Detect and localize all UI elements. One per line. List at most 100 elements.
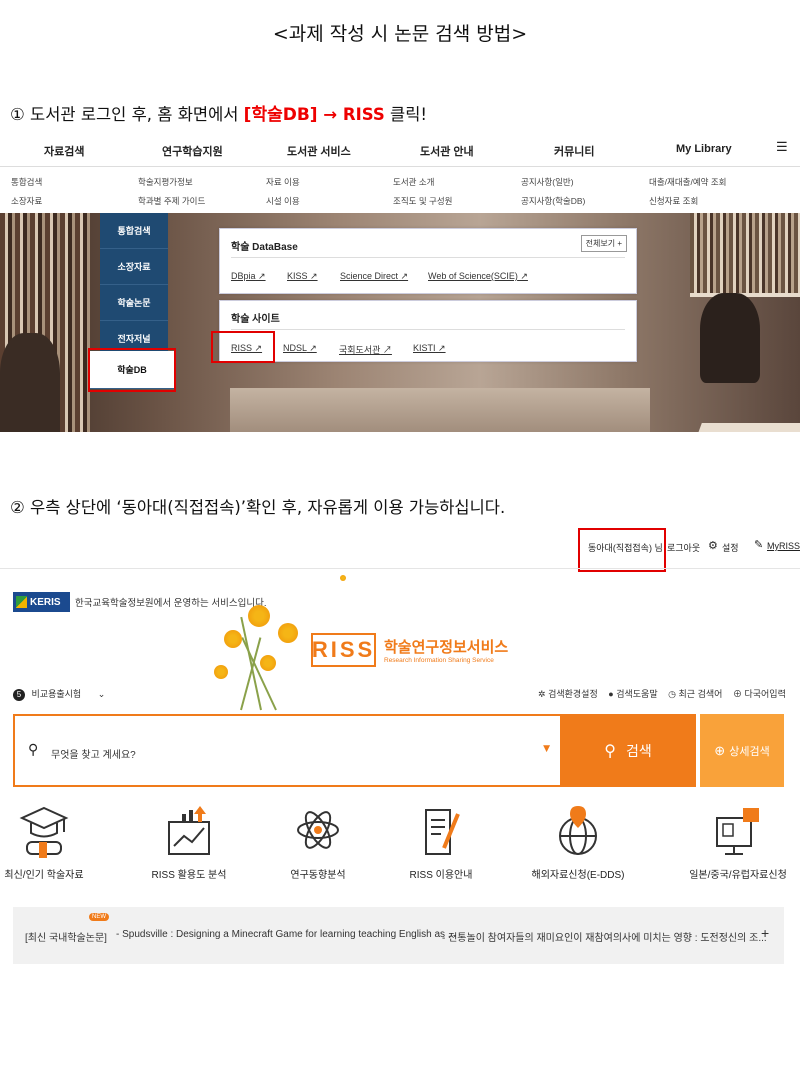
monitor-docs-icon bbox=[716, 808, 759, 855]
gear-icon: ✲ bbox=[538, 689, 546, 699]
sub-journal-eval[interactable]: 학술지평가정보 bbox=[138, 176, 193, 188]
sub-facility[interactable]: 시설 이용 bbox=[266, 195, 300, 207]
site-panel-title: 학술 사이트 bbox=[231, 314, 280, 325]
globe-icon: ⊕ bbox=[732, 689, 742, 699]
search-input[interactable]: 무엇을 찾고 계세요? bbox=[51, 746, 136, 761]
link-sciencedirect[interactable]: Science Direct ↗ bbox=[340, 271, 408, 282]
nav-about[interactable]: 도서관 안내 bbox=[420, 143, 474, 159]
nav-mylibrary[interactable]: My Library bbox=[676, 143, 732, 155]
sub-loan[interactable]: 대출/재대출/예약 조회 bbox=[649, 176, 726, 188]
riss-logo: RISS bbox=[311, 633, 376, 667]
ticker-item[interactable]: - 전통놀이 참여자들의 재미요인이 재참여의사에 미치는 영향 : 도전정신의… bbox=[442, 929, 767, 944]
graduation-cap-icon bbox=[19, 806, 69, 858]
pencil-icon[interactable]: ✎ bbox=[754, 538, 763, 551]
chart-board-icon bbox=[168, 806, 210, 855]
link-wos[interactable]: Web of Science(SCIE) ↗ bbox=[428, 271, 528, 282]
highlight-db: [학술DB] bbox=[243, 105, 318, 125]
sub-notice-db[interactable]: 공지사항(학술DB) bbox=[521, 195, 585, 207]
highlight-box-riss bbox=[211, 331, 275, 363]
sub-integrated[interactable]: 통합검색 bbox=[11, 176, 42, 188]
view-all-button[interactable]: 전체보기 + bbox=[580, 235, 627, 252]
nav-community[interactable]: 커뮤니티 bbox=[554, 143, 594, 159]
link-dbpia[interactable]: DBpia ↗ bbox=[231, 271, 266, 282]
service-latest[interactable]: 최신/인기 학술자료 bbox=[0, 804, 104, 881]
chevron-down-icon: ⌄ bbox=[97, 689, 106, 699]
hamburger-icon[interactable]: ☰ bbox=[776, 139, 788, 155]
riss-name: 학술연구정보서비스 bbox=[384, 639, 509, 656]
library-submenu: 통합검색 소장자료 학술지평가정보 학과별 주제 가이드 자료 이용 시설 이용… bbox=[0, 170, 800, 214]
ticker-label[interactable]: [최신 국내학술논문] bbox=[25, 929, 107, 944]
library-hero: 통합검색 소장자료 학술논문 전자저널 학술DB 학술 DataBase 전체보… bbox=[0, 213, 800, 432]
dropdown-icon[interactable]: ▼ bbox=[543, 744, 550, 754]
highlight-box-academic-db bbox=[88, 348, 176, 392]
globe-pin-icon bbox=[559, 806, 597, 855]
settings-icon[interactable]: ⚙ bbox=[708, 539, 718, 552]
clock-icon: ◷ bbox=[668, 689, 676, 699]
ticker-item[interactable]: - Spudsville : Designing a Minecraft Gam… bbox=[116, 929, 456, 940]
sub-notice[interactable]: 공지사항(일반) bbox=[521, 176, 574, 188]
library-nav: 자료검색 연구학습지원 도서관 서비스 도서관 안내 커뮤니티 My Libra… bbox=[0, 137, 800, 167]
logout-link[interactable]: 로그아웃 bbox=[667, 541, 700, 554]
service-guide[interactable]: RISS 이용안내 bbox=[381, 804, 501, 881]
db-panel: 학술 DataBase 전체보기 + DBpia ↗ KISS ↗ Scienc… bbox=[219, 228, 637, 294]
highlight-riss: RISS bbox=[342, 105, 385, 124]
document-title: <과제 작성 시 논문 검색 방법> bbox=[272, 23, 528, 45]
sub-request[interactable]: 신청자료 조회 bbox=[649, 195, 698, 207]
settings-link[interactable]: 설정 bbox=[722, 541, 739, 554]
service-edds[interactable]: 해외자료신청(E-DDS) bbox=[518, 804, 638, 881]
compare-label: 비교용출시험 bbox=[31, 689, 82, 699]
sub-use[interactable]: 자료 이용 bbox=[266, 176, 300, 188]
side-integrated[interactable]: 통합검색 bbox=[100, 213, 168, 249]
link-assembly-library[interactable]: 국회도서관 ↗ bbox=[339, 343, 392, 356]
document-pen-icon bbox=[425, 809, 460, 855]
search-options: ✲ 검색환경설정 ● 검색도움말 ◷ 최근 검색어 ⊕ 다국어입력 bbox=[538, 687, 786, 700]
compare-box[interactable]: 5 비교용출시험 ⌄ bbox=[13, 687, 105, 701]
nav-research[interactable]: 연구학습지원 bbox=[162, 143, 223, 159]
person-figure bbox=[700, 293, 760, 383]
service-trend-analysis[interactable]: 연구동향분석 bbox=[258, 804, 378, 881]
advanced-search-button[interactable]: ⊕ 상세검색 bbox=[700, 714, 784, 787]
service-foreign-request[interactable]: 일본/중국/유럽자료신청 bbox=[678, 804, 798, 881]
step-1-instruction: ① 도서관 로그인 후, 홈 화면에서 [학술DB] → RISS 클릭! bbox=[10, 100, 427, 125]
plus-circle-icon: ⊕ bbox=[714, 742, 726, 758]
arrow: → bbox=[317, 105, 343, 124]
search-box: ⚲ 무엇을 찾고 계세요? ▼ bbox=[13, 714, 560, 787]
search-icon: ⚲ bbox=[604, 741, 616, 760]
db-panel-title: 학술 DataBase bbox=[231, 242, 298, 253]
keris-logo: KERIS bbox=[13, 592, 70, 612]
opt-recent[interactable]: 최근 검색어 bbox=[679, 689, 723, 699]
plus-icon[interactable]: + bbox=[761, 925, 769, 941]
riss-name-en: Research Information Sharing Service bbox=[384, 657, 494, 664]
news-ticker: [최신 국내학술논문] NEW - Spudsville : Designing… bbox=[13, 907, 784, 964]
site-panel: 학술 사이트 RISS ↗ NDSL ↗ 국회도서관 ↗ KISTI ↗ bbox=[219, 300, 637, 362]
flower-decoration bbox=[200, 575, 346, 715]
search-button[interactable]: ⚲ 검색 bbox=[560, 714, 696, 787]
sub-guide[interactable]: 학과별 주제 가이드 bbox=[138, 195, 205, 207]
search-icon: ⚲ bbox=[28, 742, 39, 758]
step-2-instruction: ② 우측 상단에 ‘동아대(직접접속)’확인 후, 자유롭게 이용 가능하십니다… bbox=[10, 498, 506, 517]
sub-holdings[interactable]: 소장자료 bbox=[11, 195, 42, 207]
link-kiss[interactable]: KISS ↗ bbox=[287, 271, 318, 282]
help-icon: ● bbox=[608, 689, 614, 699]
sub-intro[interactable]: 도서관 소개 bbox=[393, 176, 434, 188]
step-tail: 클릭! bbox=[384, 105, 427, 124]
myriss-link[interactable]: MyRISS bbox=[767, 541, 800, 551]
compare-count: 5 bbox=[13, 689, 25, 701]
service-usage-analysis[interactable]: RISS 활용도 분석 bbox=[129, 804, 249, 881]
step-text: 도서관 로그인 후, 홈 화면에서 bbox=[24, 105, 244, 124]
opt-multilang[interactable]: 다국어입력 bbox=[744, 689, 785, 699]
side-holdings[interactable]: 소장자료 bbox=[100, 249, 168, 285]
new-badge: NEW bbox=[89, 913, 109, 921]
link-ndsl[interactable]: NDSL ↗ bbox=[283, 343, 317, 354]
opt-help[interactable]: 검색도움말 bbox=[616, 689, 657, 699]
bookshelf-right bbox=[690, 213, 800, 293]
nav-service[interactable]: 도서관 서비스 bbox=[287, 143, 351, 159]
link-kisti[interactable]: KISTI ↗ bbox=[413, 343, 446, 354]
highlight-box-user bbox=[578, 528, 666, 572]
nav-search[interactable]: 자료검색 bbox=[44, 143, 84, 159]
step-number: ① bbox=[10, 105, 25, 124]
atom-icon bbox=[297, 811, 339, 849]
side-papers[interactable]: 학술논문 bbox=[100, 285, 168, 321]
sub-org[interactable]: 조직도 및 구성원 bbox=[393, 195, 452, 207]
opt-settings[interactable]: 검색환경설정 bbox=[548, 689, 598, 699]
